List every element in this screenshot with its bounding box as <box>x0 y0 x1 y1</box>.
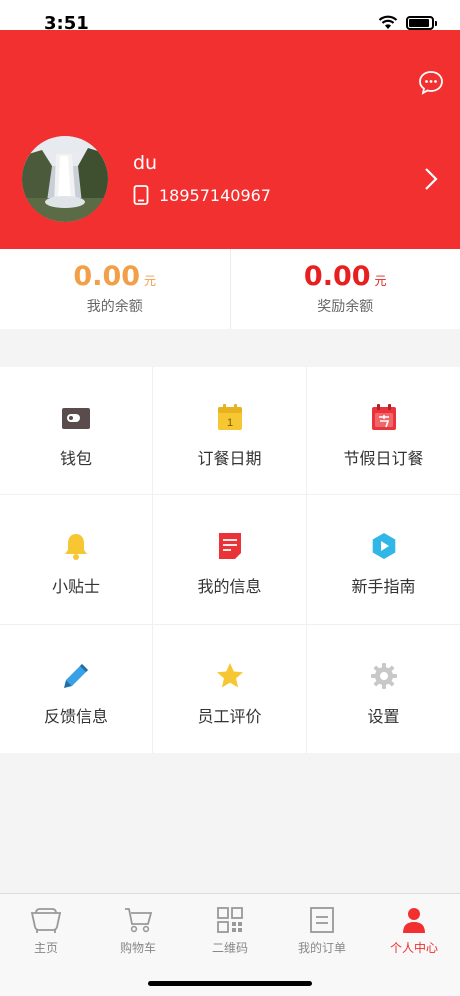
avatar[interactable] <box>22 136 108 222</box>
play-icon <box>372 533 395 559</box>
reward-value-row: 0.00 元 <box>231 261 460 292</box>
balance-bar: 0.00 元 我的余额 0.00 元 奖励余额 <box>0 249 460 329</box>
tab-label: 购物车 <box>119 941 156 955</box>
person-icon <box>403 908 425 933</box>
calendar-icon: 1 <box>217 404 242 430</box>
tab-label: 二维码 <box>211 941 248 955</box>
holiday-calendar-icon <box>371 404 396 430</box>
grid-item-guide[interactable]: 新手指南 <box>307 495 460 625</box>
grid-label: 设置 <box>367 707 400 726</box>
tab-label: 个人中心 <box>389 941 438 955</box>
reward-unit: 元 <box>374 274 387 288</box>
wallet-icon <box>62 408 90 429</box>
grid-item-holiday-order[interactable]: 节假日订餐 <box>307 367 460 495</box>
battery-icon <box>406 15 437 30</box>
tab-label: 我的订单 <box>297 941 346 955</box>
grid-label: 我的信息 <box>197 577 262 596</box>
grid-label: 节假日订餐 <box>343 449 424 468</box>
qrcode-icon <box>217 907 243 933</box>
grid-item-order-date[interactable]: 1 订餐日期 <box>153 367 307 495</box>
balance-mine[interactable]: 0.00 元 我的余额 <box>0 249 230 329</box>
grid-label: 小贴士 <box>51 577 100 596</box>
function-grid: 钱包 1 订餐日期 节假日订餐 小贴士 我的信息 新手指南 反馈信息 员工评价 … <box>0 367 460 753</box>
grid-item-staff-review[interactable]: 员工评价 <box>153 625 307 753</box>
home-indicator <box>148 981 312 986</box>
bell-icon <box>65 534 87 560</box>
message-icon[interactable] <box>418 70 444 96</box>
balance-unit: 元 <box>144 274 157 288</box>
grid-item-tips[interactable]: 小贴士 <box>0 495 153 625</box>
star-icon <box>216 663 243 688</box>
profile-header[interactable]: du 18957140967 <box>0 30 460 249</box>
order-icon <box>310 907 334 933</box>
grid-label: 反馈信息 <box>43 707 108 726</box>
cart-icon <box>125 908 153 933</box>
grid-label: 员工评价 <box>197 707 262 726</box>
grid-item-wallet[interactable]: 钱包 <box>0 367 153 495</box>
chevron-right-icon[interactable] <box>424 167 438 191</box>
tab-home[interactable]: 主页 <box>0 894 92 996</box>
username: du <box>133 152 158 174</box>
balance-label: 我的余额 <box>86 299 143 315</box>
grid-item-feedback[interactable]: 反馈信息 <box>0 625 153 753</box>
balance-value: 0.00 <box>73 261 141 292</box>
balance-reward[interactable]: 0.00 元 奖励余额 <box>229 249 460 329</box>
tab-label: 主页 <box>33 941 58 955</box>
tab-profile[interactable]: 个人中心 <box>368 894 460 996</box>
balance-value-row: 0.00 元 <box>0 261 230 292</box>
svg-text:1: 1 <box>226 417 232 429</box>
grid-label: 新手指南 <box>351 577 416 596</box>
status-icons <box>378 15 437 30</box>
phone-icon <box>133 185 149 205</box>
phone-row: 18957140967 <box>133 185 271 205</box>
reward-value: 0.00 <box>303 261 371 292</box>
status-bar: 3:51 <box>0 0 460 34</box>
grid-item-settings[interactable]: 设置 <box>307 625 460 753</box>
home-icon <box>30 908 62 933</box>
grid-item-my-info[interactable]: 我的信息 <box>153 495 307 625</box>
avatar-waterfall-image <box>22 136 108 222</box>
grid-label: 订餐日期 <box>197 449 262 468</box>
screen: 3:51 du 18957140967 0.00 元 我的余额 0.00 元 奖… <box>0 0 460 996</box>
gear-icon <box>370 663 397 689</box>
document-icon <box>218 533 241 559</box>
pencil-icon <box>64 664 88 688</box>
phone-number: 18957140967 <box>159 185 271 205</box>
reward-label: 奖励余额 <box>317 299 374 315</box>
wifi-icon <box>378 15 398 29</box>
grid-label: 钱包 <box>59 449 92 468</box>
